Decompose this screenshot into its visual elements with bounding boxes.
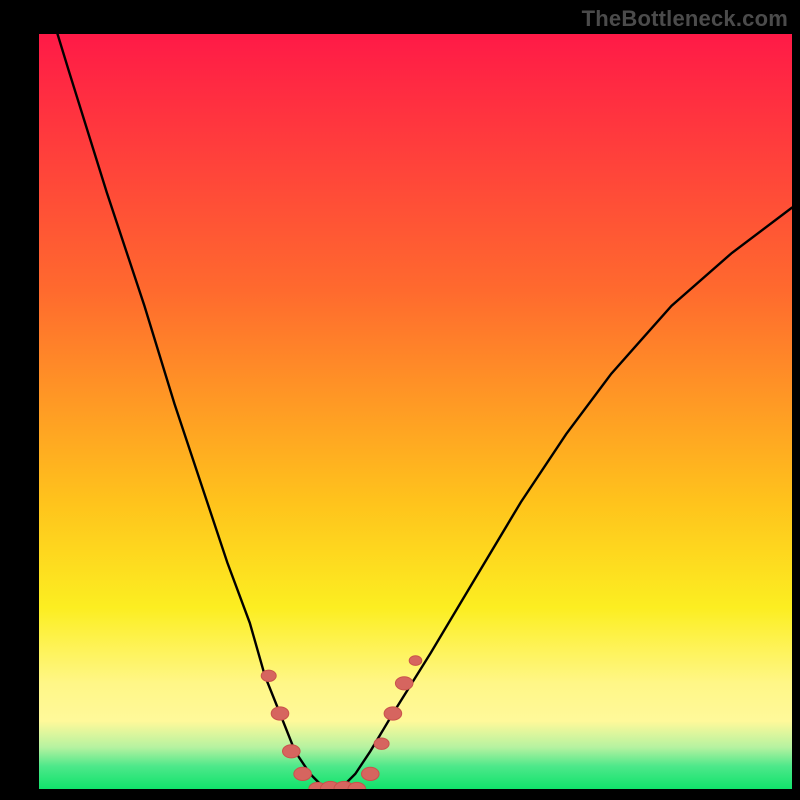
curve-marker-9 [374,738,389,749]
chart-frame: TheBottleneck.com [0,0,800,800]
curve-marker-10 [384,707,402,720]
curve-marker-1 [271,707,289,720]
curve-marker-8 [362,767,380,780]
curve-marker-2 [283,745,301,758]
plot-area [39,34,792,789]
watermark-text: TheBottleneck.com [582,6,788,32]
curve-marker-12 [409,656,422,666]
curve-marker-0 [261,670,276,681]
chart-svg [39,34,792,789]
curve-marker-11 [395,677,413,690]
curve-marker-3 [294,767,312,780]
